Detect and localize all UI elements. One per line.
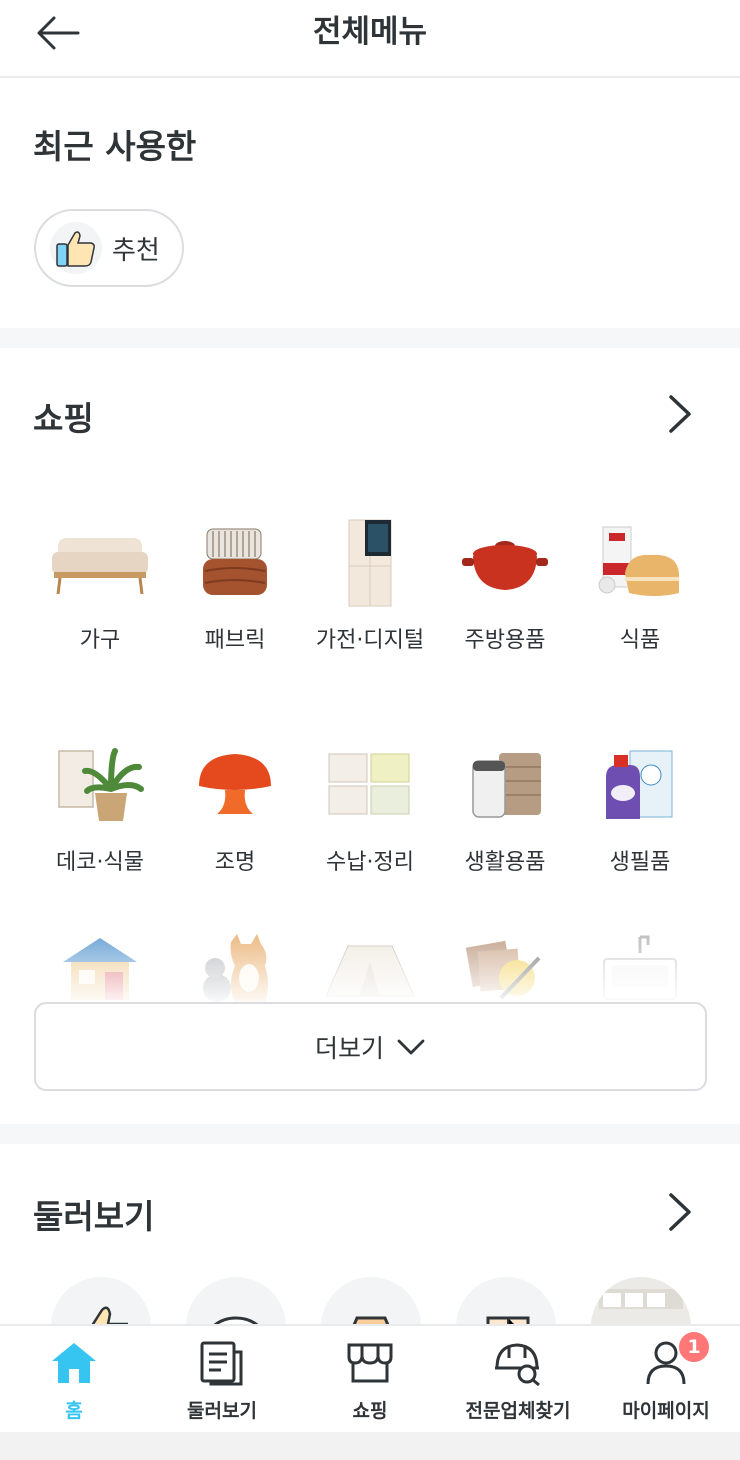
more-button-label: 더보기: [314, 1033, 384, 1063]
category-food[interactable]: 식품: [570, 518, 710, 658]
header: 전체메뉴: [0, 0, 740, 78]
sink-icon: [585, 924, 695, 1014]
recent-title: 최근 사용한: [33, 127, 197, 166]
section-divider: [0, 1124, 740, 1144]
category-living[interactable]: 생활용품: [435, 740, 575, 880]
plant-icon: [45, 740, 155, 830]
browse-section: 둘러보기: [0, 1146, 740, 1324]
tab-label: 홈: [65, 1400, 83, 1422]
category-label: 주방용품: [464, 628, 546, 653]
category-label: 생필품: [609, 850, 671, 875]
bottom-tab-bar: 홈 둘러보기 쇼핑 전문업체찾기 1 마이페이지: [0, 1324, 740, 1432]
category-furniture[interactable]: 가구: [30, 518, 170, 658]
category-label: 생활용품: [464, 850, 546, 875]
pot-icon: [450, 518, 560, 608]
floorplan-icon: [486, 1316, 530, 1324]
tent-icon: [315, 924, 425, 1014]
category-essentials[interactable]: 생필품: [570, 740, 710, 880]
recent-chip-recommend[interactable]: 추천: [34, 209, 184, 287]
tab-label: 전문업체찾기: [465, 1400, 571, 1422]
trash-can-towels-icon: [450, 740, 560, 830]
mushroom-lamp-icon: [180, 740, 290, 830]
person-icon: 1: [641, 1330, 711, 1386]
category-deco-plant[interactable]: 데코·식물: [30, 740, 170, 880]
document-icon: [197, 1340, 247, 1386]
category-label: 가전·디지털: [315, 628, 425, 653]
category-kids[interactable]: [30, 924, 170, 1014]
fridge-icon: [315, 518, 425, 608]
helmet-search-icon: [493, 1340, 543, 1386]
chevron-right-icon: [669, 395, 691, 433]
chip-label: 추천: [112, 235, 160, 266]
pillow-blanket-icon: [180, 518, 290, 608]
tab-label: 마이페이지: [622, 1400, 710, 1422]
tiles-brush-icon: [450, 924, 560, 1014]
category-kitchen[interactable]: 주방용품: [435, 518, 575, 658]
thumbs-up-icon: [50, 222, 102, 274]
section-divider: [0, 328, 740, 348]
category-camping[interactable]: [300, 924, 440, 1014]
shopping-title: 쇼핑: [33, 399, 94, 438]
chevron-right-icon: [669, 1193, 691, 1231]
recent-section: 최근 사용한 추천: [0, 80, 740, 328]
hashtag-icon: [213, 1316, 259, 1324]
playhouse-icon: [45, 924, 155, 1014]
thumbs-up-icon: [91, 1306, 128, 1324]
tab-browse[interactable]: 둘러보기: [148, 1340, 296, 1424]
tab-label: 둘러보기: [187, 1400, 257, 1422]
category-label: 데코·식물: [56, 850, 144, 875]
category-label: 조명: [214, 850, 256, 875]
system-nav-strip: [0, 1432, 740, 1460]
page-title: 전체메뉴: [312, 14, 428, 50]
category-storage[interactable]: 수납·정리: [300, 740, 440, 880]
chevron-down-icon: [397, 1039, 425, 1054]
tab-shopping[interactable]: 쇼핑: [296, 1340, 444, 1424]
browse-hashtag-thumb[interactable]: [186, 1277, 286, 1324]
category-interior-construction[interactable]: [570, 924, 710, 1014]
notification-badge: 1: [677, 1330, 711, 1364]
store-icon: [352, 1316, 390, 1324]
pets-icon: [180, 924, 290, 1014]
category-appliance[interactable]: 가전·디지털: [300, 518, 440, 658]
store-icon: [345, 1340, 395, 1386]
more-button[interactable]: 더보기: [34, 1002, 707, 1091]
category-diy[interactable]: [435, 924, 575, 1014]
browse-floorplan-thumb[interactable]: [456, 1277, 556, 1324]
browse-more-chevron[interactable]: [660, 1187, 700, 1237]
shopping-section: 쇼핑 가구 패브릭 가전·디지털 주방용품 식품 데코·식물 조명 수납·정리 …: [0, 348, 740, 1124]
category-label: 식품: [619, 628, 661, 653]
browse-store-thumb[interactable]: [321, 1277, 421, 1324]
tab-my-page[interactable]: 1 마이페이지: [592, 1330, 740, 1424]
bread-icon: [585, 518, 695, 608]
shopping-more-chevron[interactable]: [660, 389, 700, 439]
category-label: 패브릭: [204, 628, 266, 653]
tab-find-experts[interactable]: 전문업체찾기: [444, 1340, 592, 1424]
category-lighting[interactable]: 조명: [165, 740, 305, 880]
category-fabric[interactable]: 패브릭: [165, 518, 305, 658]
home-icon: [49, 1340, 99, 1386]
detergent-tissue-icon: [585, 740, 695, 830]
tab-label: 쇼핑: [352, 1400, 388, 1422]
category-label: 가구: [79, 628, 121, 653]
browse-room-photo-thumb[interactable]: [591, 1277, 691, 1324]
browse-recommend-thumb[interactable]: [51, 1277, 151, 1324]
storage-boxes-icon: [315, 740, 425, 830]
browse-title: 둘러보기: [33, 1197, 155, 1236]
room-photo-icon: [591, 1277, 691, 1324]
sofa-icon: [45, 518, 155, 608]
category-pets[interactable]: [165, 924, 305, 1014]
tab-home[interactable]: 홈: [0, 1340, 148, 1424]
category-label: 수납·정리: [326, 850, 414, 875]
